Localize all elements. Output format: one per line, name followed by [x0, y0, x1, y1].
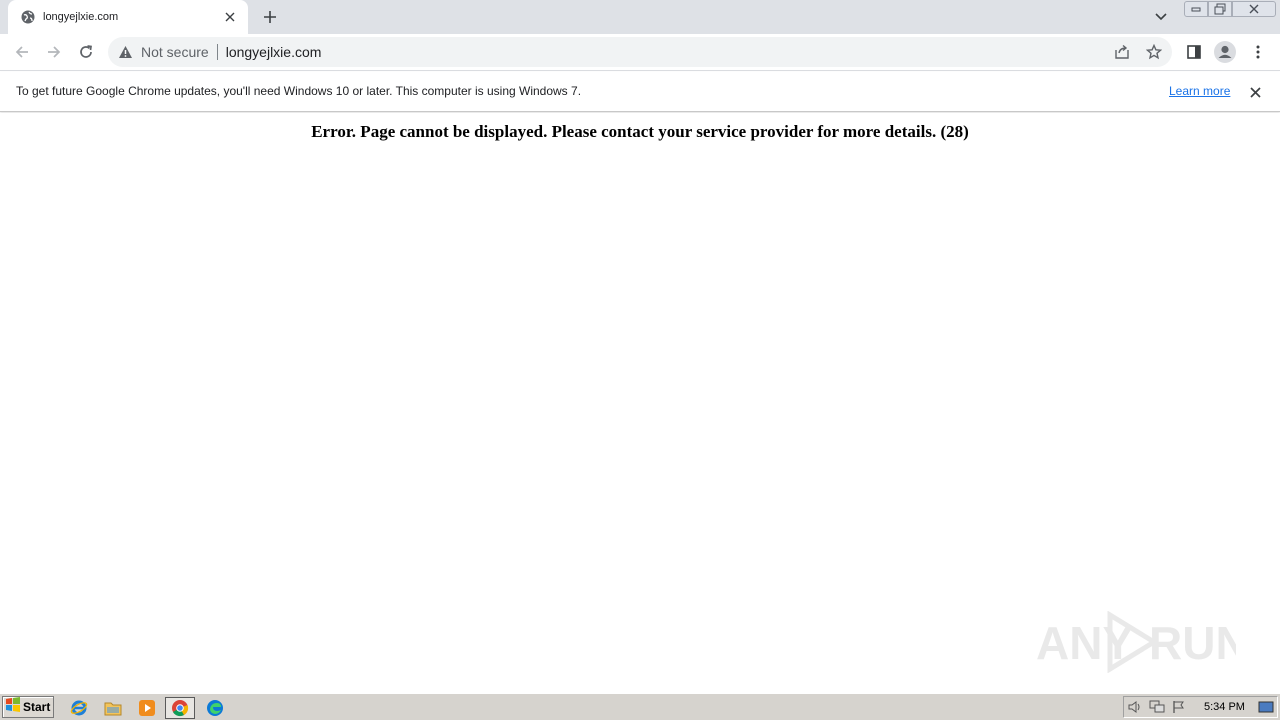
clock[interactable]: 5:34 PM: [1204, 701, 1245, 713]
anyrun-watermark: ANY RUN: [1036, 611, 1236, 673]
tab-active[interactable]: longyejlxie.com: [8, 0, 248, 34]
network-icon[interactable]: [1146, 697, 1168, 717]
new-tab-button[interactable]: [259, 6, 281, 28]
media-player-icon[interactable]: [136, 697, 158, 719]
action-center-flag-icon[interactable]: [1168, 697, 1190, 717]
show-desktop-icon[interactable]: [1255, 697, 1277, 717]
chevron-down-icon[interactable]: [1150, 6, 1172, 28]
globe-icon: [20, 9, 36, 25]
windows-logo-icon: [5, 696, 21, 718]
restore-button[interactable]: [1208, 1, 1232, 17]
system-tray: 5:34 PM: [1123, 696, 1278, 718]
reload-icon[interactable]: [74, 40, 98, 64]
minimize-button[interactable]: [1184, 1, 1208, 17]
menu-kebab-icon[interactable]: [1246, 40, 1270, 64]
chrome-icon[interactable]: [165, 697, 195, 719]
back-arrow-icon[interactable]: [10, 40, 34, 64]
profile-avatar-icon[interactable]: [1213, 40, 1237, 64]
omnibox-separator: [216, 44, 218, 60]
toolbar: Not secure longyejlxie.com: [0, 34, 1280, 71]
close-tab-icon[interactable]: [222, 9, 238, 25]
learn-more-link[interactable]: Learn more: [1169, 84, 1230, 98]
start-button[interactable]: Start: [2, 696, 54, 718]
start-label: Start: [23, 700, 51, 714]
edge-icon[interactable]: [204, 697, 226, 719]
watermark-text-right: RUN: [1149, 617, 1236, 669]
speaker-icon[interactable]: [1124, 697, 1146, 717]
address-bar[interactable]: Not secure longyejlxie.com: [108, 37, 1172, 67]
folder-icon[interactable]: [102, 697, 124, 719]
update-infobar: To get future Google Chrome updates, you…: [0, 72, 1280, 112]
security-status-label[interactable]: Not secure: [141, 44, 209, 60]
page-content: Error. Page cannot be displayed. Please …: [0, 113, 1280, 693]
windows-taskbar: Start 5:34 PM: [0, 693, 1280, 720]
warning-icon[interactable]: [117, 44, 133, 60]
side-panel-icon[interactable]: [1182, 40, 1206, 64]
tab-title: longyejlxie.com: [43, 11, 119, 23]
tab-strip: longyejlxie.com: [0, 0, 1280, 34]
share-icon[interactable]: [1110, 40, 1134, 64]
bookmark-star-icon[interactable]: [1142, 40, 1166, 64]
close-window-button[interactable]: [1232, 1, 1276, 17]
url-text[interactable]: longyejlxie.com: [226, 44, 322, 60]
error-message: Error. Page cannot be displayed. Please …: [311, 122, 969, 141]
forward-arrow-icon[interactable]: [42, 40, 66, 64]
internet-explorer-icon[interactable]: [68, 697, 90, 719]
infobar-message: To get future Google Chrome updates, you…: [16, 84, 582, 98]
close-icon[interactable]: [1247, 84, 1263, 100]
browser-window: longyejlxie.com Not secure longyejlxie.c…: [0, 0, 1280, 693]
